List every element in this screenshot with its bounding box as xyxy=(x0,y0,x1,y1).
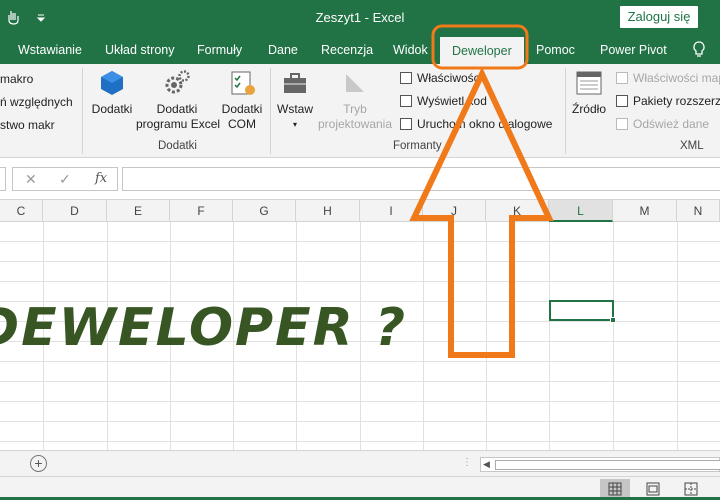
add-sheet-button[interactable]: + xyxy=(30,455,47,472)
xml-source-label: Źródło xyxy=(571,102,606,116)
tab-insert[interactable]: Wstawianie xyxy=(18,36,82,64)
tab-formulas[interactable]: Formuły xyxy=(197,36,242,64)
macro-security-item[interactable]: stwo makr xyxy=(0,118,55,132)
normal-view-icon xyxy=(608,482,622,496)
column-header-n[interactable]: N xyxy=(677,200,720,222)
formula-input[interactable] xyxy=(122,167,720,191)
column-header-j[interactable]: J xyxy=(423,200,486,222)
run-dialog-button[interactable]: Uruchom okno dialogowe xyxy=(417,117,552,131)
column-header-h[interactable]: H xyxy=(296,200,360,222)
addins-cube-icon xyxy=(101,71,123,95)
tab-page-layout[interactable]: Układ strony xyxy=(105,36,174,64)
insert-label: Wstaw xyxy=(277,102,313,116)
selected-cell[interactable] xyxy=(549,300,616,323)
expansion-packs-button[interactable]: Pakiety rozszerzeń xyxy=(633,94,720,108)
title-bar: Zeszyt1 - Excel Zaloguj się xyxy=(0,0,720,36)
tab-power-pivot[interactable]: Power Pivot xyxy=(600,36,667,64)
column-header-e[interactable]: E xyxy=(107,200,170,222)
design-mode-label: Tryb projektowania xyxy=(317,102,393,131)
sign-in-button[interactable]: Zaloguj się xyxy=(620,6,698,28)
refresh-data-icon xyxy=(616,118,628,130)
column-header-i[interactable]: I xyxy=(360,200,423,222)
grid-line xyxy=(677,222,678,450)
scroll-left-icon[interactable]: ◀ xyxy=(483,459,490,470)
grid-line xyxy=(549,222,550,450)
column-header-d[interactable]: D xyxy=(43,200,107,222)
design-mode-icon xyxy=(346,74,364,92)
addins-label: Dodatki xyxy=(91,102,133,116)
scroll-thumb[interactable] xyxy=(495,460,720,470)
page-layout-icon xyxy=(646,482,660,496)
group-separator xyxy=(565,68,566,154)
cell-text-developer[interactable]: DEWELOPER ? xyxy=(0,298,407,358)
page-break-view-button[interactable] xyxy=(676,479,706,499)
view-code-icon xyxy=(400,95,412,107)
toolbox-icon xyxy=(284,73,306,93)
column-header-m[interactable]: M xyxy=(613,200,677,222)
tab-review[interactable]: Recenzja xyxy=(321,36,373,64)
group-separator xyxy=(270,68,271,154)
lightbulb-icon[interactable] xyxy=(690,40,708,60)
xml-group-label: XML xyxy=(680,140,704,152)
column-header-g[interactable]: G xyxy=(233,200,296,222)
tab-help[interactable]: Pomoc xyxy=(536,36,575,64)
grid-line xyxy=(613,222,614,450)
map-properties-button[interactable]: Właściwości mapy xyxy=(633,71,720,85)
com-addins-label: Dodatki COM xyxy=(221,102,263,131)
name-box[interactable] xyxy=(0,167,6,191)
dropdown-caret-icon: ▾ xyxy=(292,120,297,129)
page-layout-view-button[interactable] xyxy=(638,479,668,499)
excel-addins-button[interactable]: Dodatki programu Excel xyxy=(136,68,221,132)
group-separator xyxy=(82,68,83,154)
properties-button[interactable]: Właściwości xyxy=(417,71,482,85)
enter-icon[interactable]: ✓ xyxy=(59,171,71,188)
gears-icon xyxy=(165,70,190,94)
cancel-icon[interactable]: ✕ xyxy=(25,171,37,188)
addins-button[interactable]: Dodatki xyxy=(90,68,134,117)
tab-developer[interactable]: Deweloper xyxy=(440,37,524,64)
xml-source-button[interactable]: Źródło xyxy=(568,68,610,117)
formula-buttons: ✕ ✓ fx xyxy=(12,167,118,191)
document-title: Zeszyt1 - Excel xyxy=(315,10,405,25)
ribbon-tab-bar: Wstawianie Układ strony Formuły Dane Rec… xyxy=(0,36,720,64)
column-header-f[interactable]: F xyxy=(170,200,233,222)
xml-source-icon xyxy=(576,71,602,95)
excel-addins-label: Dodatki programu Excel xyxy=(136,102,221,131)
grid-line xyxy=(423,222,424,450)
relative-references-item[interactable]: ń względnych xyxy=(0,95,73,109)
controls-group-label: Formanty xyxy=(393,140,442,152)
grid-line xyxy=(486,222,487,450)
design-mode-button[interactable]: Tryb projektowania xyxy=(316,68,394,132)
column-header-c[interactable]: C xyxy=(0,200,43,222)
com-addins-icon xyxy=(231,71,255,95)
run-dialog-icon xyxy=(400,118,412,130)
column-header-l[interactable]: L xyxy=(549,200,613,222)
normal-view-button[interactable] xyxy=(600,479,630,499)
record-macro-item[interactable]: makro xyxy=(0,72,33,86)
horizontal-scrollbar[interactable]: ◀ xyxy=(480,457,720,472)
map-properties-icon xyxy=(616,72,628,84)
fill-handle[interactable] xyxy=(610,317,616,323)
ribbon-developer: makro ń względnych stwo makr Dodatki Dod… xyxy=(0,64,720,158)
com-addins-button[interactable]: Dodatki COM xyxy=(218,68,266,132)
tab-data[interactable]: Dane xyxy=(268,36,298,64)
addins-group-label: Dodatki xyxy=(158,140,197,152)
sheet-tabs-bar: + ⋮ ◀ xyxy=(0,450,720,476)
insert-control-button[interactable]: Wstaw ▾ xyxy=(274,68,316,132)
view-code-button[interactable]: Wyświetl kod xyxy=(417,94,487,108)
column-header-k[interactable]: K xyxy=(486,200,549,222)
expansion-packs-icon xyxy=(616,95,628,107)
splitter-handle[interactable]: ⋮ xyxy=(462,457,472,468)
insert-function-icon[interactable]: fx xyxy=(95,171,107,186)
properties-icon xyxy=(400,72,412,84)
refresh-data-button[interactable]: Odśwież dane xyxy=(633,117,709,131)
tab-view[interactable]: Widok xyxy=(393,36,428,64)
formula-bar-area: ✕ ✓ fx xyxy=(0,158,720,200)
page-break-icon xyxy=(684,482,698,496)
